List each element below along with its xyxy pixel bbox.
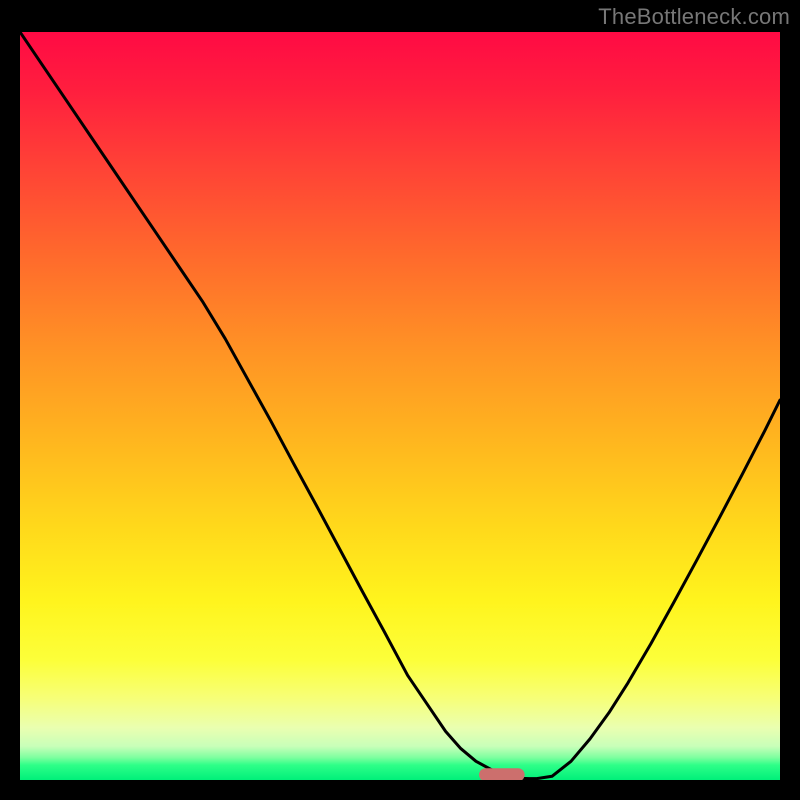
- optimal-marker: [20, 32, 780, 780]
- chart-frame: TheBottleneck.com: [0, 0, 800, 800]
- watermark-text: TheBottleneck.com: [598, 4, 790, 30]
- plot-area: [20, 32, 780, 780]
